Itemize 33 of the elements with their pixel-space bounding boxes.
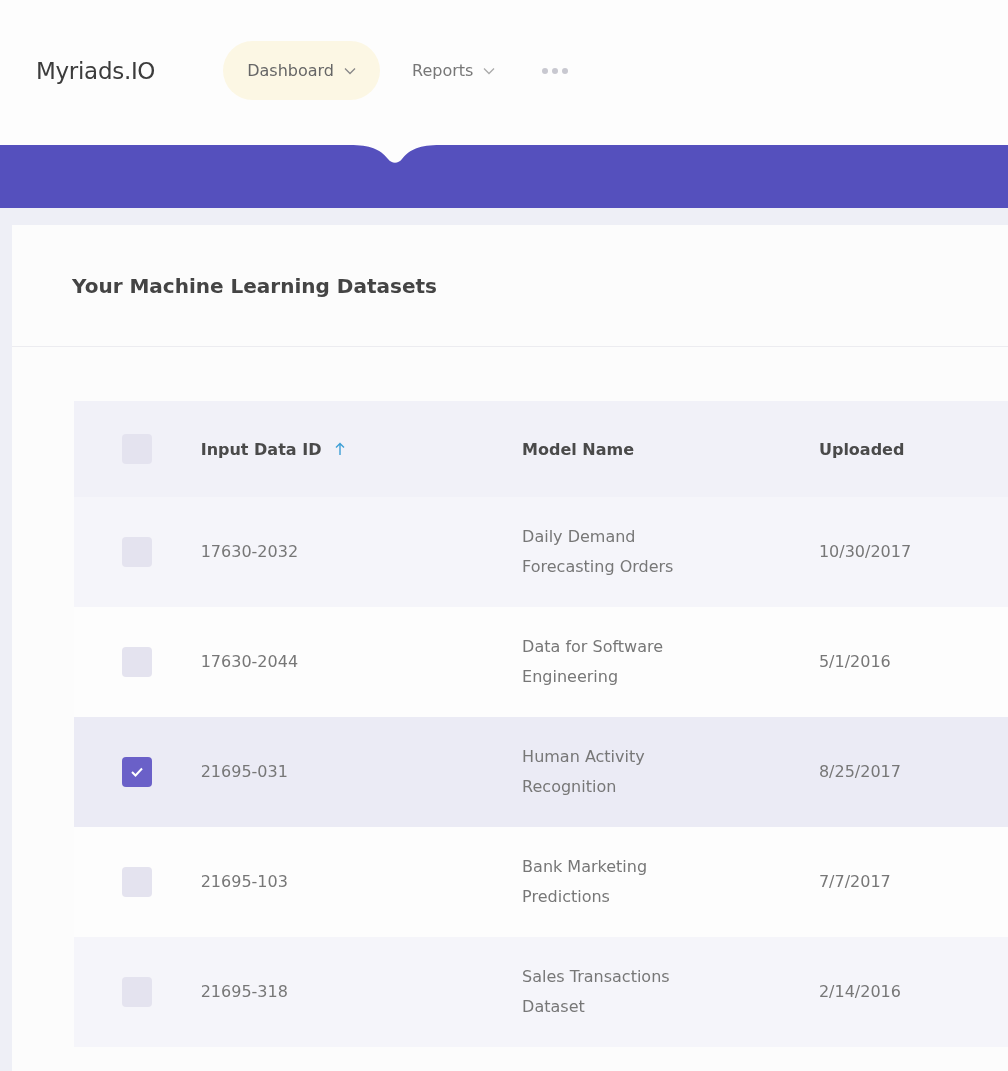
table-cell-text: Data for Software Engineering	[522, 636, 663, 688]
table-cell-text: 10/30/2017	[818, 541, 912, 563]
table-cell-text: Sales Transactions Dataset	[522, 966, 670, 1018]
nav-tab[interactable]: Dashboard	[223, 41, 380, 100]
table-cell-text: 21695-318	[200, 981, 288, 1003]
checkbox[interactable]	[122, 867, 153, 897]
table-cell-text: 21695-103	[200, 871, 288, 893]
card-title: Your Machine Learning Datasets	[72, 273, 437, 298]
table-cell-text: 5/1/2016	[818, 651, 891, 673]
nav-tab[interactable]: Reports	[388, 41, 520, 100]
table-cell-text: 7/7/2017	[818, 871, 891, 893]
more-icon[interactable]	[541, 66, 570, 75]
table-cell-text: 8/25/2017	[818, 761, 901, 783]
column-header[interactable]: Uploaded	[818, 439, 905, 459]
checkbox[interactable]	[122, 647, 153, 677]
column-header[interactable]: Model Name	[522, 439, 635, 459]
table-cell-text: Daily Demand Forecasting Orders	[522, 526, 674, 578]
checkbox[interactable]	[122, 757, 153, 787]
sort-up-icon[interactable]	[335, 442, 346, 456]
table-cell-text: 17630-2044	[200, 651, 299, 673]
table-cell-text: 21695-031	[200, 761, 288, 783]
chevron-down-icon	[483, 66, 496, 75]
table-row[interactable]: 21695-031 Human Activity Recognition 8/25/2017	[74, 717, 1008, 827]
chevron-down-icon	[344, 66, 356, 75]
table-cell-text: Human Activity Recognition	[522, 746, 645, 798]
table-row[interactable]: 17630-2032 Daily Demand Forecasting Orders 10/30/2017	[74, 497, 1008, 607]
table-cell-text: Bank Marketing Predictions	[522, 856, 648, 908]
check-icon	[130, 766, 145, 778]
column-header[interactable]: Input Data ID	[200, 439, 322, 459]
table-cell-text: 2/14/2016	[818, 981, 901, 1003]
table-row[interactable]: 21695-318 Sales Transactions Dataset 2/14/2016	[74, 937, 1008, 1047]
brand-logo[interactable]: Myriads.IO	[36, 57, 156, 84]
table-cell-text: 17630-2032	[200, 541, 299, 563]
